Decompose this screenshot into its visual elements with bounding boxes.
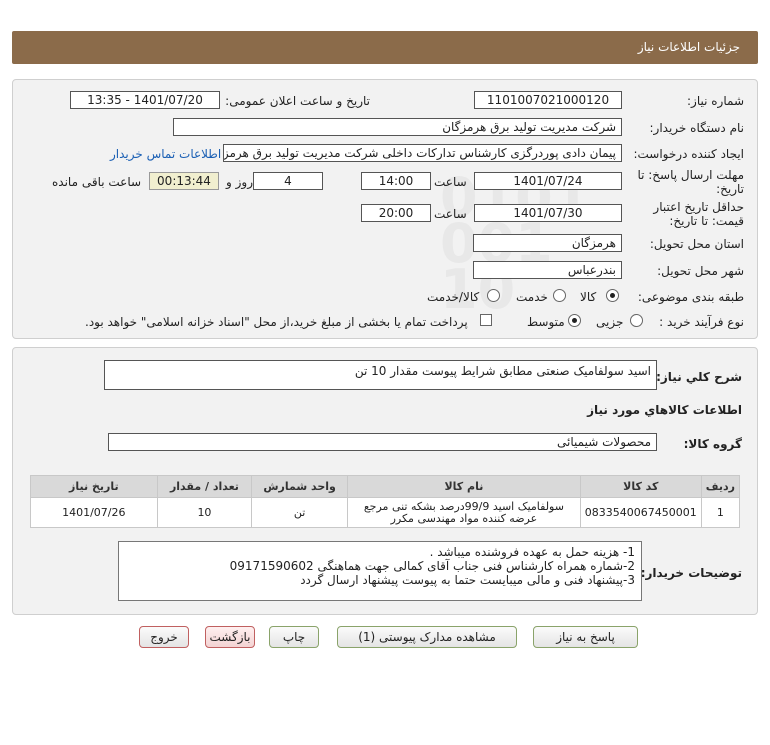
buyer-label: نام دستگاه خریدار: — [649, 121, 745, 135]
col-code: کد کالا — [579, 475, 702, 498]
goods-table: ردیف کد کالا نام کالا واحد شمارش تعداد /… — [30, 475, 741, 528]
buyer-notes-box: 1- هزینه حمل به عهده فروشنده میباشد . 2-… — [118, 541, 642, 601]
city-field[interactable]: بندرعباس — [473, 261, 622, 279]
buyer-note-line-2: 2-شماره همراه کارشناس فنی جناب آقای کمال… — [229, 559, 635, 573]
process-option-minor: جزیی — [596, 315, 624, 329]
deadline-date-field[interactable]: 1401/07/24 — [474, 172, 622, 190]
buyer-field[interactable]: شرکت مدیریت تولید برق هرمزگان — [173, 118, 622, 136]
remaining-time-field: 00:13:44 — [149, 172, 219, 190]
print-button[interactable]: چاپ — [269, 626, 319, 648]
reply-button[interactable]: پاسخ به نیاز — [533, 626, 638, 648]
category-radio-goods-service[interactable] — [487, 289, 500, 302]
row-name: سولفامیک اسید 99/9درصد بشکه تنی مرجع عرض… — [347, 497, 581, 528]
city-label: شهر محل تحویل: — [657, 264, 744, 278]
row-qty: 10 — [156, 497, 253, 528]
process-option-medium: متوسط — [527, 315, 565, 329]
back-button[interactable]: بازگشت — [205, 626, 255, 648]
row-date: 1401/07/26 — [30, 497, 158, 528]
col-index: ردیف — [700, 475, 741, 498]
process-radio-minor[interactable] — [630, 314, 643, 327]
col-qty: تعداد / مقدار — [156, 475, 253, 498]
creator-field[interactable]: پیمان دادی پوردرگزی کارشناس تدارکات داخل… — [223, 144, 622, 162]
description-field[interactable]: اسید سولفامیک صنعتی مطابق شرایط پیوست مق… — [104, 360, 657, 390]
category-radio-service[interactable] — [553, 289, 566, 302]
validity-time-field[interactable]: 20:00 — [361, 204, 431, 222]
remaining-label: ساعت باقی مانده — [52, 175, 142, 189]
row-unit: تن — [251, 497, 348, 528]
row-index: 1 — [700, 497, 741, 528]
category-radio-goods[interactable] — [606, 289, 619, 302]
process-radio-medium[interactable] — [568, 314, 581, 327]
col-name: نام کالا — [347, 475, 581, 498]
treasury-payment-checkbox[interactable] — [480, 314, 492, 326]
view-attachments-button[interactable]: مشاهده مدارک پیوستی (1) — [337, 626, 517, 648]
province-field[interactable]: هرمزگان — [473, 234, 622, 252]
validity-date-field[interactable]: 1401/07/30 — [474, 204, 622, 222]
treasury-payment-note: پرداخت تمام یا بخشی از مبلغ خرید،از محل … — [85, 315, 468, 329]
days-field[interactable]: 4 — [253, 172, 323, 190]
category-option-service: خدمت — [516, 290, 548, 304]
buyer-note-line-3: 3-پیشنهاد فنی و مالی میبایست حتما به پیو… — [300, 573, 635, 587]
description-label: شرح کلي نياز: — [656, 370, 742, 384]
province-label: استان محل تحویل: — [649, 237, 744, 251]
announce-label: تاریخ و ساعت اعلان عمومی: — [225, 94, 370, 108]
creator-label: ایجاد کننده درخواست: — [633, 147, 744, 161]
col-date: تاریخ نیاز — [30, 475, 158, 498]
deadline-label-2: تاریخ: — [716, 182, 744, 196]
page-header: جزئیات اطلاعات نیاز — [12, 31, 758, 64]
need-number-field[interactable]: 1101007021000120 — [474, 91, 622, 109]
col-unit: واحد شمارش — [251, 475, 348, 498]
validity-time-label: ساعت — [434, 207, 467, 221]
deadline-time-label: ساعت — [434, 175, 467, 189]
category-option-goods: کالا — [580, 290, 597, 304]
validity-label-2: قیمت: تا تاریخ: — [669, 214, 744, 228]
deadline-label-1: مهلت ارسال پاسخ: تا — [637, 168, 744, 182]
buyer-note-line-1: 1- هزینه حمل به عهده فروشنده میباشد . — [429, 545, 635, 559]
goods-group-label: گروه کالا: — [683, 437, 742, 451]
goods-section-title: اطلاعات کالاهاي مورد نياز — [587, 403, 742, 417]
row-code: 0833540067450001 — [579, 497, 702, 528]
announce-field[interactable]: 1401/07/20 - 13:35 — [70, 91, 220, 109]
table-row[interactable]: 1 0833540067450001 سولفامیک اسید 99/9درص… — [30, 497, 741, 528]
days-label: روز و — [226, 175, 253, 189]
need-number-label: شماره نیاز: — [687, 94, 744, 108]
exit-button[interactable]: خروج — [139, 626, 189, 648]
validity-label-1: حداقل تاریخ اعتبار — [653, 200, 744, 214]
process-label: نوع فرآیند خرید : — [659, 315, 744, 329]
deadline-time-field[interactable]: 14:00 — [361, 172, 431, 190]
page-title: جزئیات اطلاعات نیاز — [637, 40, 740, 54]
category-label: طبقه بندی موضوعی: — [637, 290, 744, 304]
buyer-notes-label: توضیحات خریدار: — [640, 566, 742, 580]
buyer-contact-link[interactable]: اطلاعات تماس خریدار — [110, 147, 221, 161]
goods-group-field[interactable]: محصولات شیمیائی — [108, 433, 657, 451]
category-option-goods-service: کالا/خدمت — [427, 290, 480, 304]
